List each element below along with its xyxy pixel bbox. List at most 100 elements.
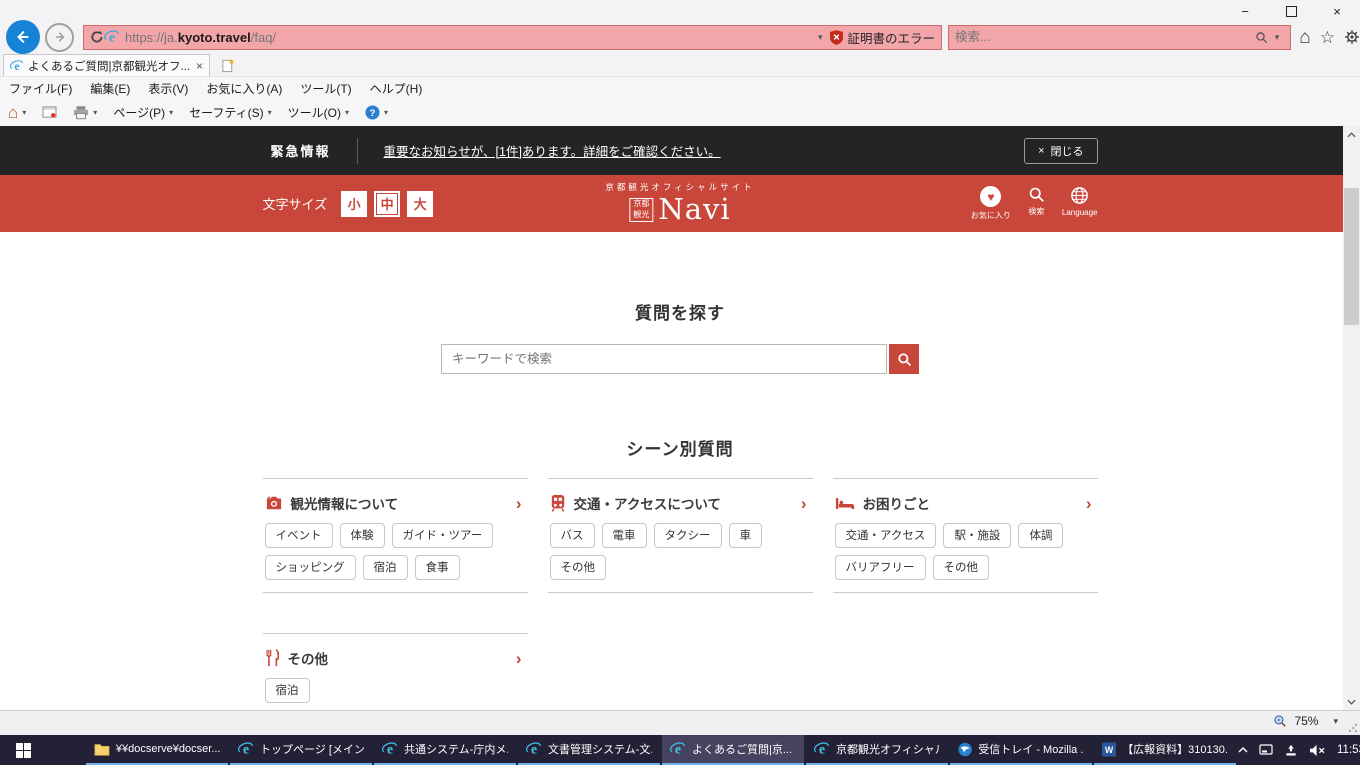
- printer-icon: [73, 105, 89, 120]
- tag-chip[interactable]: 宿泊: [363, 555, 408, 580]
- site-search-button[interactable]: 検索: [1028, 186, 1045, 217]
- tag-chip[interactable]: その他: [933, 555, 990, 580]
- new-tab-icon: [221, 58, 235, 73]
- bed-icon: [835, 496, 855, 511]
- tag-chip[interactable]: 交通・アクセス: [835, 523, 937, 548]
- forward-button[interactable]: [45, 23, 74, 52]
- maximize-button[interactable]: [1268, 0, 1314, 22]
- scene-section-title: シーン別質問: [0, 435, 1360, 460]
- zoom-control[interactable]: 75% ▾: [1273, 714, 1338, 728]
- menu-bar: ファイル(F) 編集(E) 表示(V) お気に入り(A) ツール(T) ヘルプ(…: [0, 76, 1360, 99]
- menu-help[interactable]: ヘルプ(H): [361, 80, 432, 97]
- tag-chip[interactable]: 体調: [1018, 523, 1063, 548]
- address-dropdown-icon[interactable]: ▾: [818, 32, 823, 43]
- help-command[interactable]: ?▾: [357, 105, 396, 120]
- tab-title: よくあるご質問|京都観光オフ...: [28, 58, 192, 74]
- tab-bar: e よくあるご質問|京都観光オフ... ×: [0, 54, 1360, 76]
- minimize-button[interactable]: −: [1222, 0, 1268, 22]
- scroll-down-icon[interactable]: [1343, 693, 1360, 710]
- tag-chip[interactable]: その他: [550, 555, 607, 580]
- search-icon[interactable]: [1255, 31, 1268, 44]
- tag-chip[interactable]: 車: [729, 523, 763, 548]
- page-viewport: 緊急情報 重要なお知らせが、[1件]あります。詳細をご確認ください。 ×閉じる …: [0, 126, 1360, 710]
- maximize-icon: [1286, 6, 1297, 17]
- banner-close-button[interactable]: ×閉じる: [1024, 138, 1097, 164]
- tag-chip[interactable]: ショッピング: [265, 555, 356, 580]
- scroll-up-icon[interactable]: [1343, 126, 1360, 143]
- tag-chip[interactable]: 駅・施設: [943, 523, 1011, 548]
- emergency-notice-link[interactable]: 重要なお知らせが、[1件]あります。詳細をご確認ください。: [384, 141, 721, 160]
- new-tab-button[interactable]: [217, 57, 238, 74]
- tag-chip[interactable]: 宿泊: [265, 678, 310, 703]
- search-icon: [897, 352, 912, 367]
- feeds-button[interactable]: [34, 106, 65, 119]
- tab-faq[interactable]: e よくあるご質問|京都観光オフ... ×: [3, 54, 210, 76]
- scrollbar-thumb[interactable]: [1344, 188, 1359, 325]
- divider: [357, 138, 358, 164]
- category-link[interactable]: 交通・アクセスについて ›: [550, 493, 811, 513]
- home-icon[interactable]: ⌂: [1299, 28, 1310, 47]
- tag-chip[interactable]: 電車: [602, 523, 647, 548]
- gear-icon[interactable]: [1344, 29, 1360, 45]
- site-header: 文字サイズ 小 中 大 京都観光オフィシャルサイト 京都観光 Navi ♥: [0, 175, 1360, 232]
- taskbar-item-kyotsu-system[interactable]: e 共通システム-庁内メ...: [374, 735, 516, 765]
- folder-icon: [94, 743, 110, 756]
- taskbar-item-bunsho-kanri[interactable]: e 文書管理システム-文...: [518, 735, 660, 765]
- certificate-error-label[interactable]: 証明書のエラー: [848, 28, 936, 47]
- search-dropdown-icon[interactable]: ▾: [1275, 32, 1280, 43]
- home-command-button[interactable]: ⌂▾: [0, 104, 34, 121]
- taskbar-item-faq-active[interactable]: e よくあるご質問|京...: [662, 735, 804, 765]
- browser-search-box[interactable]: ▾: [948, 25, 1291, 50]
- tag-chip[interactable]: イベント: [265, 523, 333, 548]
- taskbar-item-word-document[interactable]: W 【広報資料】310130...: [1094, 735, 1236, 765]
- menu-edit[interactable]: 編集(E): [81, 80, 139, 97]
- print-button[interactable]: ▾: [65, 105, 105, 120]
- volume-muted-icon[interactable]: [1309, 744, 1326, 757]
- tray-display-icon[interactable]: [1259, 744, 1273, 756]
- language-button[interactable]: Language: [1062, 186, 1098, 217]
- category-link[interactable]: 観光情報について ›: [265, 493, 526, 513]
- keyword-search-button[interactable]: [889, 344, 919, 374]
- tray-chevron-up-icon[interactable]: [1238, 747, 1248, 753]
- safety-command[interactable]: セーフティ(S)▾: [181, 104, 280, 121]
- category-link[interactable]: お困りごと ›: [835, 493, 1096, 513]
- tools-command[interactable]: ツール(O)▾: [280, 104, 357, 121]
- start-button[interactable]: [0, 735, 46, 765]
- site-logo[interactable]: 京都観光オフィシャルサイト 京都観光 Navi: [605, 181, 754, 224]
- close-button[interactable]: ×: [1314, 0, 1360, 22]
- word-icon: W: [1102, 742, 1116, 757]
- category-link[interactable]: その他 ›: [265, 648, 526, 668]
- title-bar: − ×: [0, 0, 1360, 20]
- clock[interactable]: 11:53: [1337, 744, 1360, 756]
- favorites-nav-button[interactable]: ♥ お気に入り: [971, 186, 1011, 221]
- tab-close-icon[interactable]: ×: [196, 59, 203, 73]
- tag-chip[interactable]: 食事: [415, 555, 460, 580]
- refresh-icon[interactable]: [90, 30, 104, 44]
- taskbar-item-toppage[interactable]: e トップページ [メイン...: [230, 735, 372, 765]
- menu-view[interactable]: 表示(V): [139, 80, 197, 97]
- page-command[interactable]: ページ(P)▾: [105, 104, 181, 121]
- tray-network-icon[interactable]: [1284, 744, 1298, 757]
- taskbar-item-docserve[interactable]: ¥¥docserve¥docser...: [86, 735, 228, 765]
- menu-favorites[interactable]: お気に入り(A): [197, 80, 291, 97]
- tag-chip[interactable]: ガイド・ツアー: [392, 523, 494, 548]
- taskbar-item-kyoto-official[interactable]: e 京都観光オフィシャル...: [806, 735, 948, 765]
- menu-tools[interactable]: ツール(T): [291, 80, 360, 97]
- vertical-scrollbar[interactable]: [1343, 126, 1360, 710]
- font-size-small-button[interactable]: 小: [341, 191, 367, 217]
- tag-chip[interactable]: バス: [550, 523, 595, 548]
- font-size-medium-button[interactable]: 中: [374, 191, 400, 217]
- minimize-icon: −: [1241, 4, 1249, 19]
- tag-chip[interactable]: 体験: [340, 523, 385, 548]
- tag-chip[interactable]: バリアフリー: [835, 555, 926, 580]
- back-button[interactable]: [6, 20, 40, 54]
- train-icon: [550, 494, 566, 512]
- font-size-large-button[interactable]: 大: [407, 191, 433, 217]
- tag-chip[interactable]: タクシー: [654, 523, 722, 548]
- keyword-search-input[interactable]: [441, 344, 887, 374]
- address-bar[interactable]: e https://ja.kyoto.travel/faq/ ▾ 証明書のエラー: [83, 25, 942, 50]
- favorites-star-icon[interactable]: ☆: [1320, 29, 1335, 46]
- taskbar-item-thunderbird-inbox[interactable]: 受信トレイ - Mozilla ...: [950, 735, 1092, 765]
- menu-file[interactable]: ファイル(F): [0, 80, 81, 97]
- browser-search-input[interactable]: [953, 29, 1255, 45]
